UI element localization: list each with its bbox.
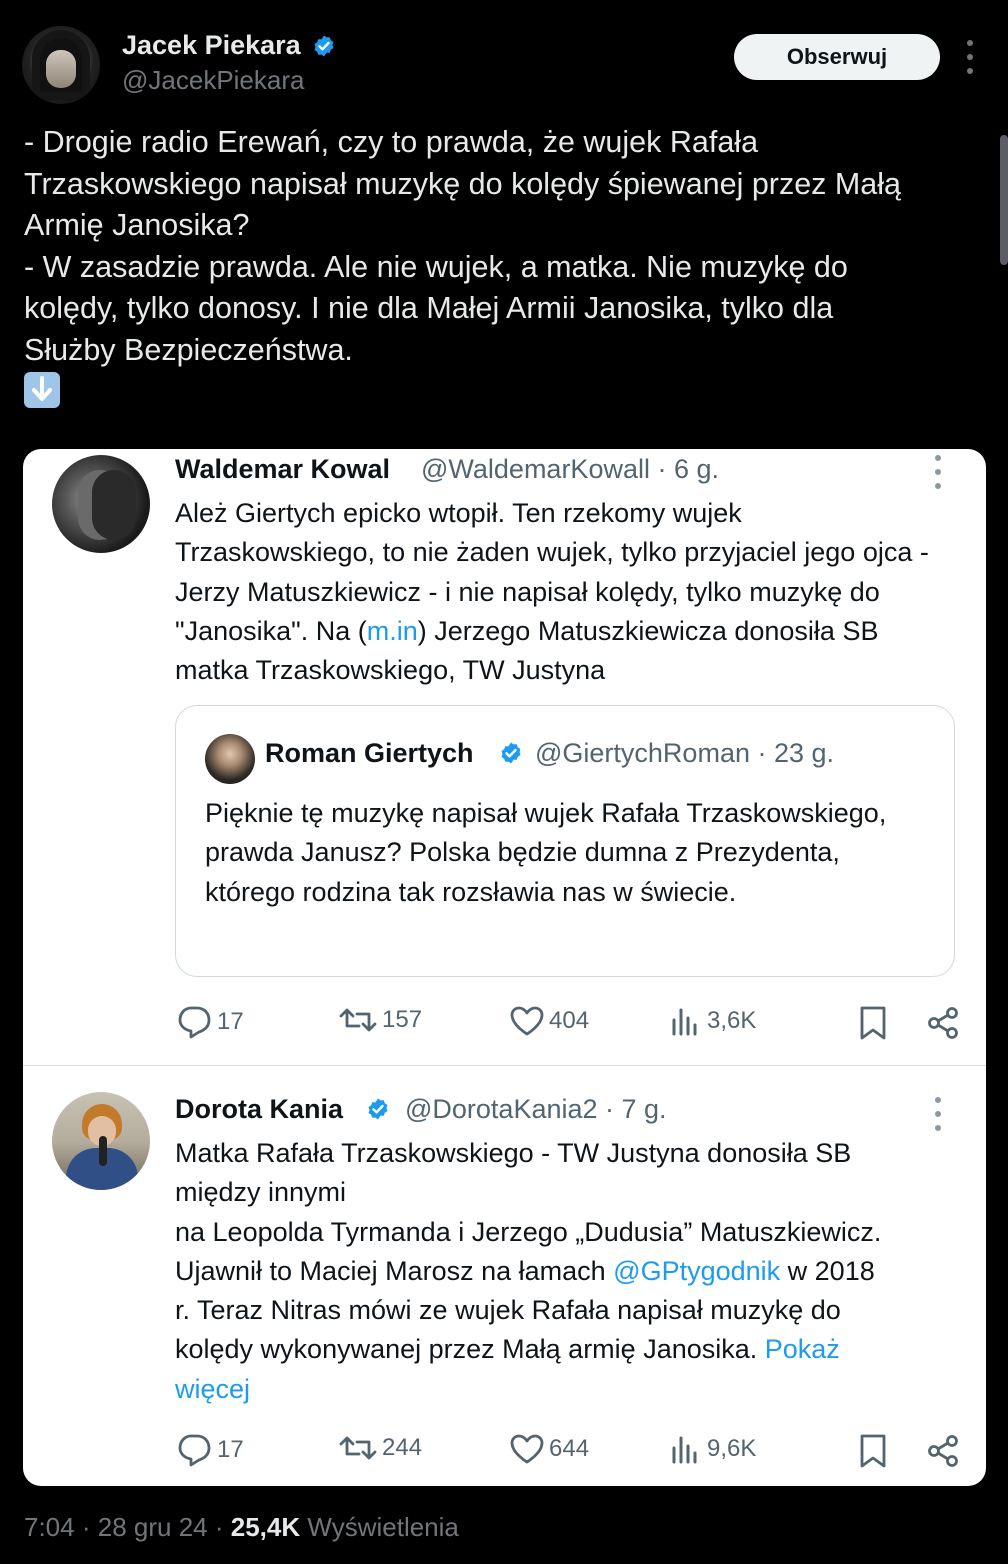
share-button[interactable] <box>925 1433 961 1469</box>
share-button[interactable] <box>925 1005 961 1041</box>
inline-link[interactable]: m.in <box>367 616 418 646</box>
show-more-link[interactable]: Pokaż <box>765 1334 840 1364</box>
like-button[interactable]: 644 <box>509 1433 589 1465</box>
bookmark-button[interactable] <box>858 1433 888 1469</box>
action-bar: 17 157 404 3,6K <box>175 1005 965 1045</box>
bookmark-icon <box>860 1434 886 1468</box>
verified-badge-icon <box>314 35 334 57</box>
user-name[interactable]: Roman Giertych <box>265 738 474 769</box>
user-name[interactable]: Waldemar Kowal <box>175 454 390 485</box>
post-time[interactable]: 7:04 <box>24 1512 75 1542</box>
retweet-button[interactable]: 157 <box>338 1005 422 1035</box>
quoted-tweet[interactable]: Roman Giertych @GiertychRoman · 23 g. Pi… <box>175 705 955 977</box>
retweet-button[interactable]: 244 <box>338 1433 422 1463</box>
bookmark-button[interactable] <box>858 1005 888 1041</box>
share-icon <box>928 1435 958 1467</box>
tweet-meta-footer: 7:04 · 28 gru 24 · 25,4K Wyświetlenia <box>24 1512 459 1542</box>
verified-badge-icon <box>501 742 521 764</box>
heart-icon <box>510 1006 544 1036</box>
avatar[interactable] <box>205 734 255 784</box>
views-chart-icon <box>672 1436 697 1464</box>
tweet-header: Jacek Piekara @JacekPiekara Obserwuj <box>0 0 1008 120</box>
share-icon <box>928 1007 958 1039</box>
scrollbar[interactable] <box>1000 135 1008 265</box>
retweet-icon <box>339 1008 377 1032</box>
view-count: 25,4K <box>230 1512 301 1542</box>
views-button[interactable]: 3,6K <box>669 1005 756 1037</box>
bookmark-icon <box>860 1006 886 1040</box>
views-button[interactable]: 9,6K <box>669 1433 756 1465</box>
reply-card-dorota[interactable]: Dorota Kania @DorotaKania2 · 7 g. Matka … <box>23 1066 986 1486</box>
quote-text: Pięknie tę muzykę napisał wujek Rafała T… <box>205 798 887 907</box>
reply-icon <box>178 1434 211 1467</box>
user-handle-meta[interactable]: @DorotaKania2 · 7 g. <box>405 1094 667 1125</box>
views-label: Wyświetlenia <box>307 1512 459 1542</box>
reply-button[interactable]: 17 <box>175 1433 244 1467</box>
user-handle-meta[interactable]: @GiertychRoman · 23 g. <box>535 738 834 769</box>
verified-badge-icon <box>368 1098 388 1120</box>
post-text: Ależ Giertych epicko wtopił. Ten rzekomy… <box>175 498 929 686</box>
views-chart-icon <box>672 1008 697 1036</box>
follow-button[interactable]: Obserwuj <box>734 34 940 80</box>
post-text: Matka Rafała Trzaskowskiego - TW Justyna… <box>175 1138 882 1404</box>
show-more-link-cont[interactable]: więcej <box>175 1374 250 1404</box>
more-options-icon[interactable] <box>932 455 944 489</box>
more-options-icon[interactable] <box>932 1097 944 1131</box>
embedded-screenshot: Waldemar Kowal @WaldemarKowall · 6 g. Al… <box>23 449 986 1486</box>
user-handle-meta[interactable]: @WaldemarKowall · 6 g. <box>421 454 719 485</box>
author-handle[interactable]: @JacekPiekara <box>122 65 304 96</box>
reply-button[interactable]: 17 <box>175 1005 244 1039</box>
reply-icon <box>178 1006 211 1039</box>
avatar[interactable] <box>52 1092 150 1190</box>
reply-card-waldemar[interactable]: Waldemar Kowal @WaldemarKowall · 6 g. Al… <box>23 449 986 1065</box>
avatar[interactable] <box>52 455 150 553</box>
mention-link[interactable]: @GPtygodnik <box>613 1256 780 1286</box>
heart-icon <box>510 1434 544 1464</box>
user-name[interactable]: Dorota Kania <box>175 1094 343 1125</box>
action-bar: 17 244 644 9,6K <box>175 1433 965 1473</box>
tweet-text: - Drogie radio Erewań, czy to prawda, że… <box>24 122 984 415</box>
down-arrow-emoji-icon <box>24 371 60 408</box>
retweet-icon <box>339 1436 377 1460</box>
like-button[interactable]: 404 <box>509 1005 589 1037</box>
author-name[interactable]: Jacek Piekara <box>122 30 301 61</box>
more-options-icon[interactable] <box>960 40 980 74</box>
author-avatar[interactable] <box>22 26 100 104</box>
post-date[interactable]: 28 gru 24 <box>98 1512 208 1542</box>
